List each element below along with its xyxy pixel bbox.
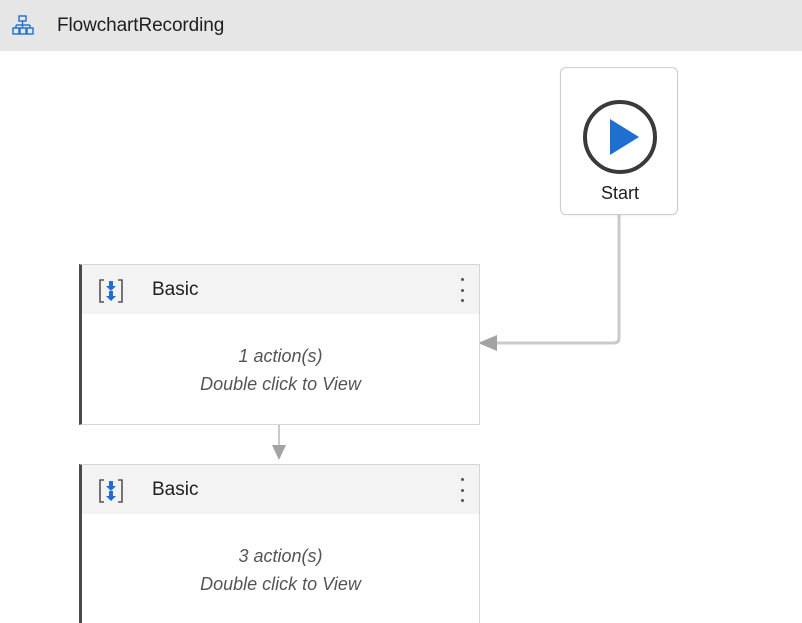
view-hint: Double click to View	[200, 574, 361, 594]
sequence-card[interactable]: Basic 1 action(s) Double click to View	[79, 264, 480, 425]
sequence-body: 1 action(s) Double click to View	[82, 314, 479, 398]
start-label: Start	[600, 183, 639, 203]
start-node[interactable]: Start	[560, 67, 678, 215]
more-options-icon[interactable]	[455, 475, 469, 505]
more-options-icon[interactable]	[455, 275, 469, 305]
sequence-body: 3 action(s) Double click to View	[82, 514, 479, 598]
flowchart-designer: FlowchartRecording Start Basic 1 action(…	[0, 0, 802, 623]
sequence-card[interactable]: Basic 3 action(s) Double click to View	[79, 464, 480, 623]
page-title: FlowchartRecording	[57, 15, 225, 36]
action-count: 3 action(s)	[238, 546, 323, 566]
sequence-icon	[99, 279, 123, 303]
sequence-icon	[99, 479, 123, 503]
view-hint: Double click to View	[200, 374, 361, 394]
sequence-title: Basic	[152, 279, 199, 300]
sequence-card-header: Basic	[82, 265, 479, 314]
designer-header: FlowchartRecording	[0, 0, 802, 51]
action-count: 1 action(s)	[238, 346, 323, 366]
arrow-head-icon	[272, 445, 286, 460]
sequence-card-header: Basic	[82, 465, 479, 514]
sequence-title: Basic	[152, 479, 199, 500]
connector-start-to-basic-1	[496, 215, 621, 345]
play-circle-icon	[583, 100, 657, 174]
flowchart-icon	[12, 15, 34, 35]
arrow-head-icon	[478, 335, 497, 351]
